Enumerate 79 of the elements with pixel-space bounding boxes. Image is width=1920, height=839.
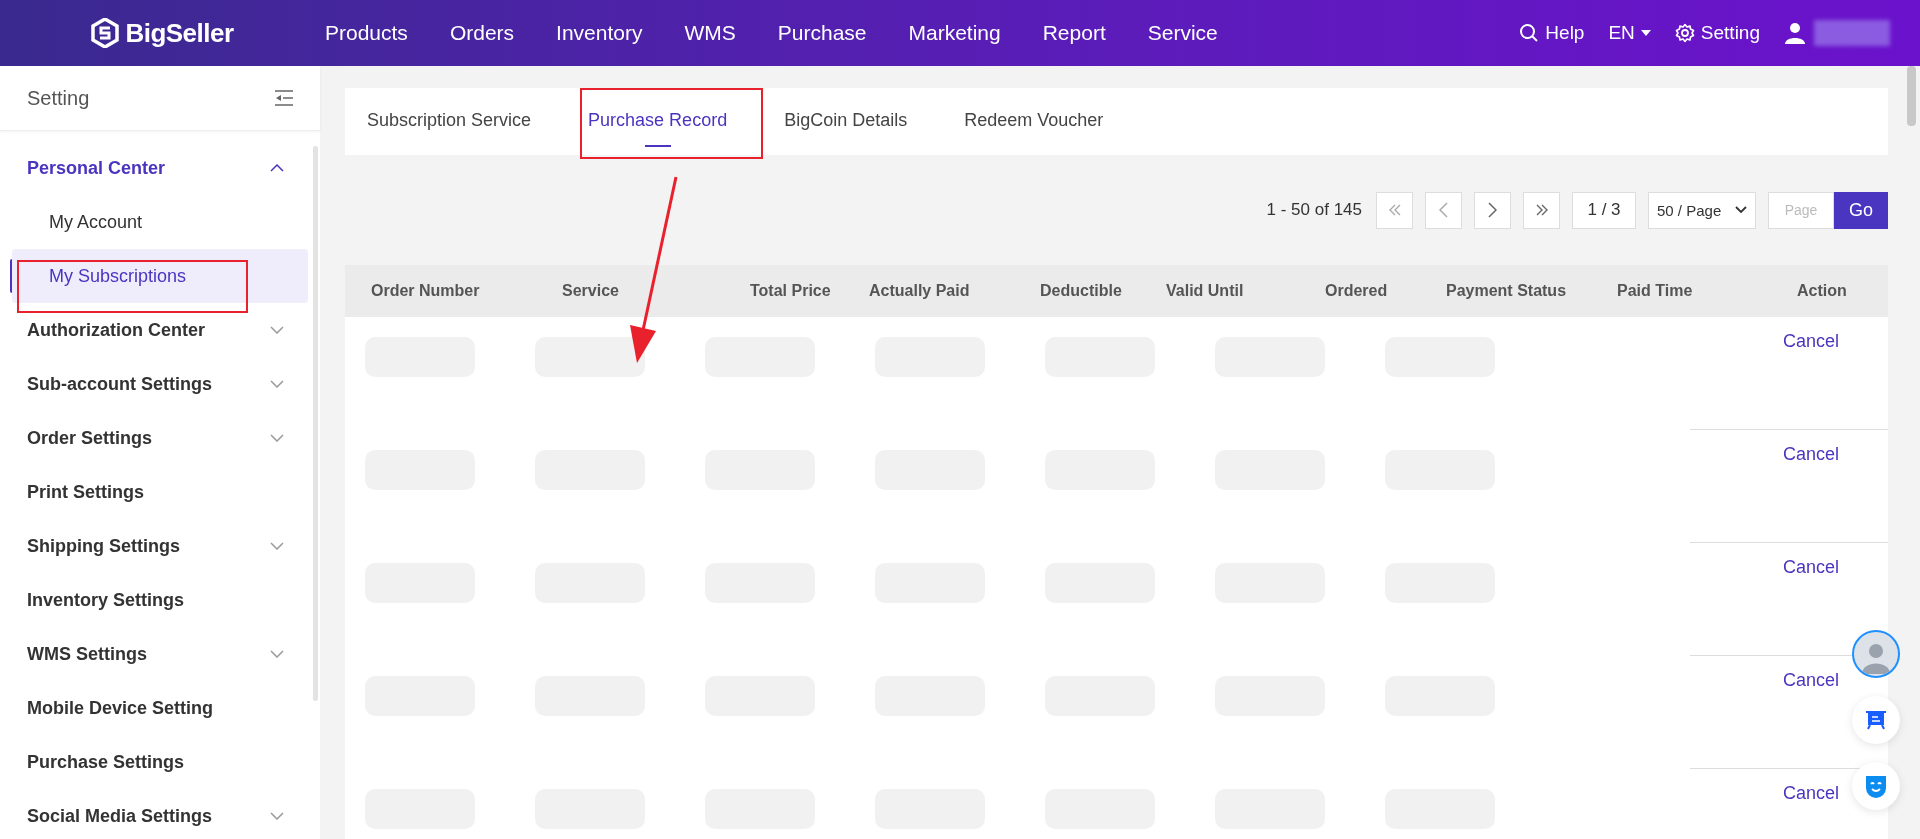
- column-header: Valid Until: [1165, 282, 1245, 300]
- sidebar-group[interactable]: Social Media Settings: [0, 789, 320, 839]
- page-number-field[interactable]: Page: [1768, 191, 1834, 229]
- nav-link[interactable]: Orders: [449, 21, 515, 45]
- sidebar-group[interactable]: Purchase Settings: [0, 735, 320, 789]
- logo-icon: [91, 18, 120, 48]
- column-header: Deductible: [1039, 282, 1123, 300]
- nav-link[interactable]: WMS: [684, 21, 736, 45]
- cancel-link[interactable]: Cancel: [1783, 444, 1840, 464]
- sidebar-item[interactable]: My Account: [12, 195, 308, 249]
- next-page-button[interactable]: [1474, 191, 1511, 229]
- board-icon: [1865, 709, 1887, 731]
- help-link[interactable]: Help: [1519, 22, 1585, 44]
- go-button[interactable]: Go: [1834, 191, 1888, 229]
- search-icon: [1519, 23, 1540, 43]
- brand-name: BigSeller: [125, 17, 234, 49]
- sidebar-group[interactable]: Shipping Settings: [0, 519, 320, 573]
- user-icon[interactable]: [1784, 22, 1806, 44]
- sidebar-group[interactable]: Sub-account Settings: [0, 357, 320, 411]
- support-avatar[interactable]: [1852, 630, 1900, 678]
- first-page-button[interactable]: [1376, 191, 1413, 229]
- chevron-icon: [270, 164, 284, 172]
- chevron-right-icon: [1488, 202, 1497, 218]
- last-page-button[interactable]: [1523, 191, 1560, 229]
- tab[interactable]: Redeem Voucher: [964, 96, 1104, 147]
- nav-link[interactable]: Service: [1147, 21, 1218, 45]
- nav-link[interactable]: Report: [1042, 21, 1106, 45]
- tab[interactable]: BigCoin Details: [784, 96, 908, 147]
- language-dropdown[interactable]: EN: [1608, 22, 1651, 44]
- sidebar-group[interactable]: Mobile Device Setting: [0, 681, 320, 735]
- chevron-icon: [270, 326, 284, 334]
- column-header: Paid Time: [1616, 282, 1694, 300]
- cancel-link[interactable]: Cancel: [1783, 783, 1840, 803]
- sidebar-item[interactable]: My Subscriptions: [12, 249, 308, 303]
- nav-link[interactable]: Marketing: [908, 21, 1001, 45]
- gear-icon: [1674, 23, 1695, 43]
- chevron-icon: [270, 434, 284, 442]
- sidebar-group[interactable]: Print Settings: [0, 465, 320, 519]
- cancel-link[interactable]: Cancel: [1783, 557, 1840, 577]
- chevron-icon: [270, 380, 284, 388]
- column-header: Actually Paid: [868, 282, 971, 300]
- nav-link[interactable]: Products: [325, 21, 408, 45]
- smiley-icon: [1864, 774, 1888, 798]
- setting-link[interactable]: Setting: [1674, 22, 1760, 44]
- sidebar-group[interactable]: Inventory Settings: [0, 573, 320, 627]
- sidebar-group[interactable]: Authorization Center: [0, 303, 320, 357]
- sidebar-group[interactable]: Personal Center: [0, 141, 320, 195]
- nav-link[interactable]: Purchase: [777, 21, 867, 45]
- column-header: Payment Status: [1445, 282, 1568, 300]
- page-size-dropdown[interactable]: 50 / Page: [1648, 191, 1756, 229]
- scrollbar[interactable]: [313, 146, 318, 701]
- feedback-button[interactable]: [1852, 762, 1900, 810]
- collapse-menu-icon[interactable]: [274, 89, 294, 107]
- column-header: Order Number: [370, 282, 481, 300]
- page-summary: 1 - 50 of 145: [1266, 200, 1362, 220]
- page-indicator: 1 / 3: [1572, 191, 1636, 229]
- chevron-down-icon: [1735, 206, 1747, 214]
- double-left-icon: [1387, 204, 1402, 216]
- cancel-link[interactable]: Cancel: [1783, 331, 1840, 351]
- chevron-icon: [270, 650, 284, 658]
- column-header: Action: [1796, 282, 1848, 300]
- scrollbar[interactable]: [1907, 66, 1916, 126]
- chat-button[interactable]: [1852, 696, 1900, 744]
- column-header: Total Price: [749, 282, 832, 300]
- previous-page-button[interactable]: [1425, 191, 1462, 229]
- column-header: Ordered: [1324, 282, 1389, 300]
- chevron-left-icon: [1439, 202, 1448, 218]
- sidebar-group[interactable]: WMS Settings: [0, 627, 320, 681]
- sidebar-title: Setting: [27, 86, 90, 110]
- nav-link[interactable]: Inventory: [556, 21, 643, 45]
- chevron-icon: [270, 812, 284, 820]
- caret-icon: [1640, 30, 1651, 36]
- tab[interactable]: Subscription Service: [367, 96, 532, 147]
- tab[interactable]: Purchase Record: [588, 96, 728, 147]
- sidebar-group[interactable]: Order Settings: [0, 411, 320, 465]
- chevron-icon: [270, 542, 284, 550]
- column-header: Service: [561, 282, 620, 300]
- cancel-link[interactable]: Cancel: [1783, 670, 1840, 690]
- double-right-icon: [1534, 204, 1549, 216]
